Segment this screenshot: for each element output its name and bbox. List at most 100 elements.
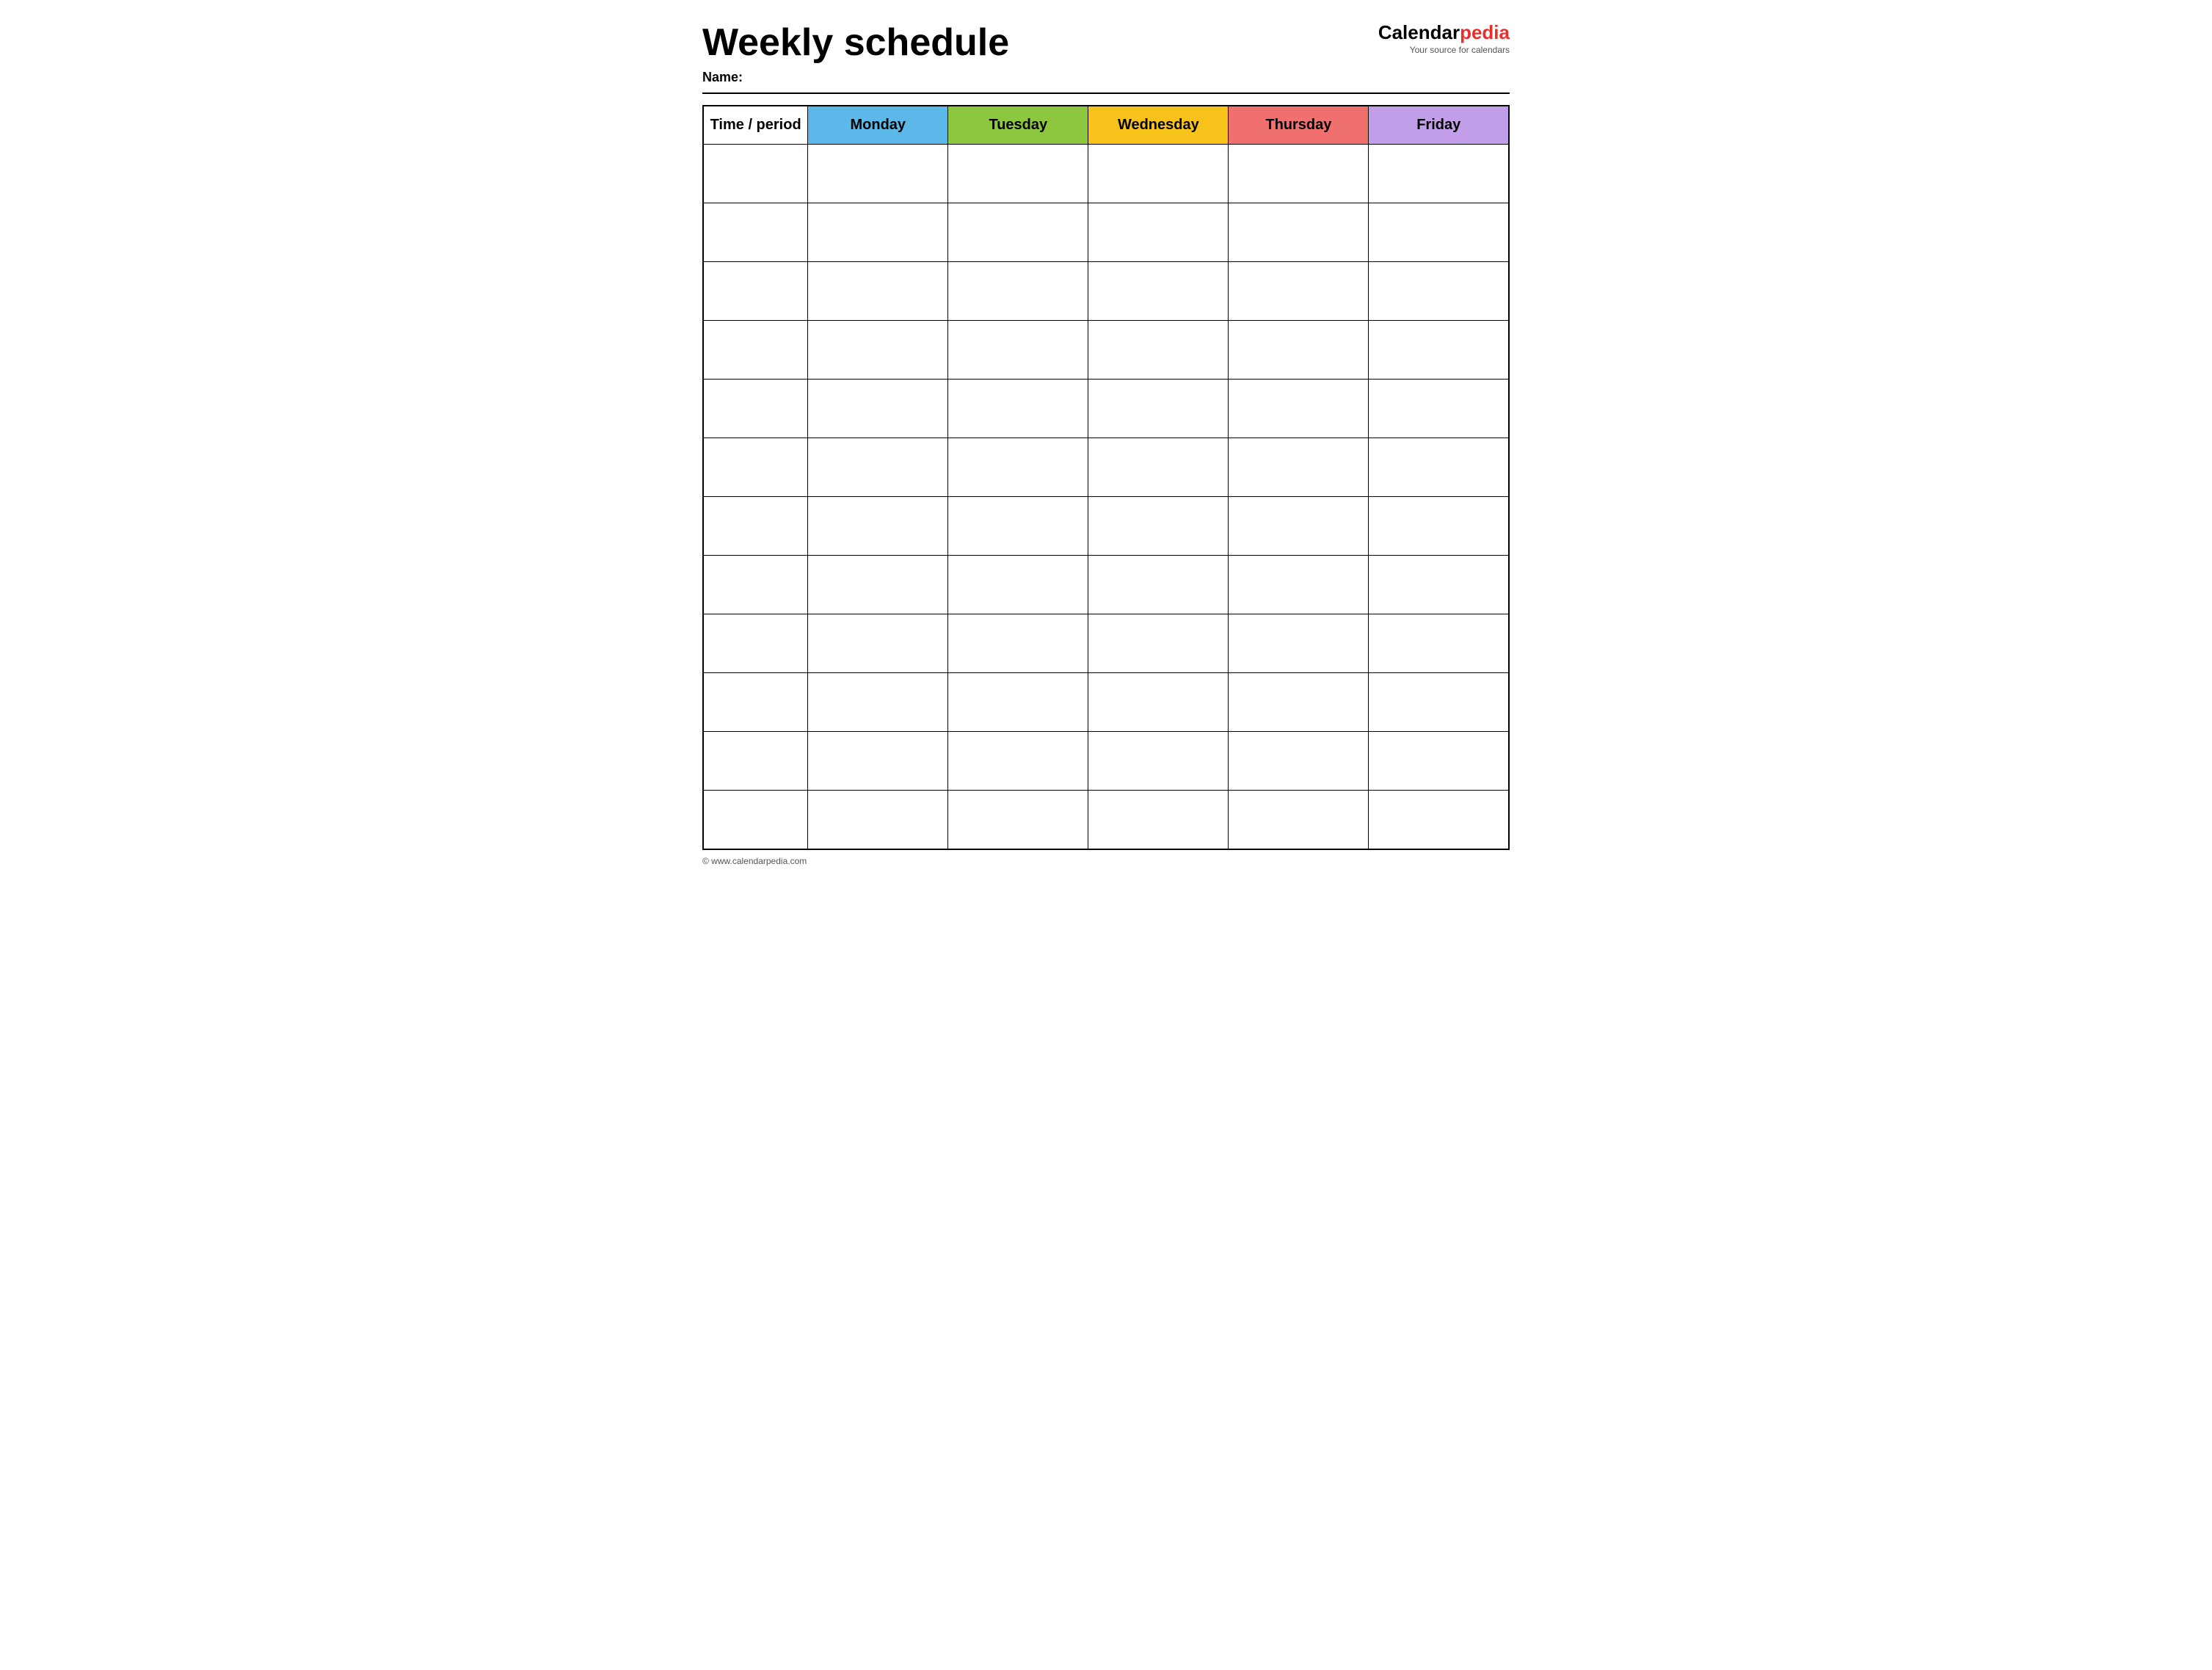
day-cell[interactable] (808, 497, 948, 556)
day-cell[interactable] (1369, 145, 1509, 203)
day-cell[interactable] (1369, 203, 1509, 262)
col-header-friday: Friday (1369, 106, 1509, 145)
day-cell[interactable] (1369, 321, 1509, 380)
table-row (703, 673, 1509, 732)
day-cell[interactable] (1229, 438, 1369, 497)
day-cell[interactable] (1229, 791, 1369, 849)
day-cell[interactable] (1369, 791, 1509, 849)
day-cell[interactable] (1088, 321, 1229, 380)
day-cell[interactable] (1088, 438, 1229, 497)
day-cell[interactable] (1088, 614, 1229, 673)
day-cell[interactable] (948, 380, 1088, 438)
day-cell[interactable] (948, 145, 1088, 203)
day-cell[interactable] (808, 262, 948, 321)
time-cell[interactable] (703, 673, 808, 732)
day-cell[interactable] (1229, 380, 1369, 438)
day-cell[interactable] (808, 380, 948, 438)
col-header-wednesday: Wednesday (1088, 106, 1229, 145)
day-cell[interactable] (1369, 556, 1509, 614)
time-cell[interactable] (703, 321, 808, 380)
day-cell[interactable] (1369, 732, 1509, 791)
day-cell[interactable] (1088, 497, 1229, 556)
day-cell[interactable] (1229, 321, 1369, 380)
logo-tagline: Your source for calendars (1410, 45, 1510, 55)
time-cell[interactable] (703, 556, 808, 614)
day-cell[interactable] (1088, 732, 1229, 791)
col-header-monday: Monday (808, 106, 948, 145)
day-cell[interactable] (948, 614, 1088, 673)
logo-section: Calendarpedia Your source for calendars (1363, 22, 1510, 55)
day-cell[interactable] (1229, 262, 1369, 321)
day-cell[interactable] (808, 203, 948, 262)
day-cell[interactable] (948, 497, 1088, 556)
col-header-tuesday: Tuesday (948, 106, 1088, 145)
day-cell[interactable] (948, 262, 1088, 321)
day-cell[interactable] (948, 673, 1088, 732)
day-cell[interactable] (1088, 556, 1229, 614)
day-cell[interactable] (808, 556, 948, 614)
day-cell[interactable] (948, 732, 1088, 791)
day-cell[interactable] (1229, 556, 1369, 614)
logo-pedia-text: pedia (1460, 21, 1510, 43)
day-cell[interactable] (808, 732, 948, 791)
table-row (703, 556, 1509, 614)
day-cell[interactable] (1229, 203, 1369, 262)
header-divider (702, 92, 1510, 94)
day-cell[interactable] (1088, 791, 1229, 849)
day-cell[interactable] (1088, 673, 1229, 732)
logo-text: Calendarpedia (1378, 22, 1510, 43)
day-cell[interactable] (948, 791, 1088, 849)
time-cell[interactable] (703, 614, 808, 673)
day-cell[interactable] (948, 321, 1088, 380)
table-row (703, 380, 1509, 438)
day-cell[interactable] (1088, 145, 1229, 203)
day-cell[interactable] (1229, 497, 1369, 556)
day-cell[interactable] (808, 791, 948, 849)
day-cell[interactable] (1369, 438, 1509, 497)
day-cell[interactable] (808, 614, 948, 673)
time-cell[interactable] (703, 497, 808, 556)
day-cell[interactable] (808, 145, 948, 203)
header-row: Weekly schedule Name: Calendarpedia Your… (702, 22, 1510, 85)
time-cell[interactable] (703, 262, 808, 321)
day-cell[interactable] (808, 673, 948, 732)
col-header-time: Time / period (703, 106, 808, 145)
time-cell[interactable] (703, 732, 808, 791)
day-cell[interactable] (1088, 262, 1229, 321)
day-cell[interactable] (808, 438, 948, 497)
table-row (703, 614, 1509, 673)
table-row (703, 438, 1509, 497)
table-header-row: Time / period Monday Tuesday Wednesday T… (703, 106, 1509, 145)
table-row (703, 145, 1509, 203)
day-cell[interactable] (948, 203, 1088, 262)
time-cell[interactable] (703, 380, 808, 438)
day-cell[interactable] (1369, 262, 1509, 321)
time-cell[interactable] (703, 145, 808, 203)
day-cell[interactable] (1369, 673, 1509, 732)
day-cell[interactable] (1229, 673, 1369, 732)
day-cell[interactable] (1229, 145, 1369, 203)
day-cell[interactable] (1088, 203, 1229, 262)
day-cell[interactable] (948, 556, 1088, 614)
time-cell[interactable] (703, 203, 808, 262)
day-cell[interactable] (1369, 614, 1509, 673)
table-row (703, 732, 1509, 791)
page-wrapper: Weekly schedule Name: Calendarpedia Your… (702, 22, 1510, 866)
day-cell[interactable] (1229, 732, 1369, 791)
table-row (703, 497, 1509, 556)
schedule-table: Time / period Monday Tuesday Wednesday T… (702, 105, 1510, 850)
time-cell[interactable] (703, 791, 808, 849)
logo-calendar-text: Calendar (1378, 21, 1460, 43)
day-cell[interactable] (1088, 380, 1229, 438)
day-cell[interactable] (1229, 614, 1369, 673)
table-row (703, 262, 1509, 321)
day-cell[interactable] (948, 438, 1088, 497)
title-section: Weekly schedule Name: (702, 22, 1009, 85)
footer-url: © www.calendarpedia.com (702, 856, 1510, 866)
time-cell[interactable] (703, 438, 808, 497)
day-cell[interactable] (808, 321, 948, 380)
day-cell[interactable] (1369, 497, 1509, 556)
name-label: Name: (702, 70, 1009, 85)
col-header-thursday: Thursday (1229, 106, 1369, 145)
day-cell[interactable] (1369, 380, 1509, 438)
